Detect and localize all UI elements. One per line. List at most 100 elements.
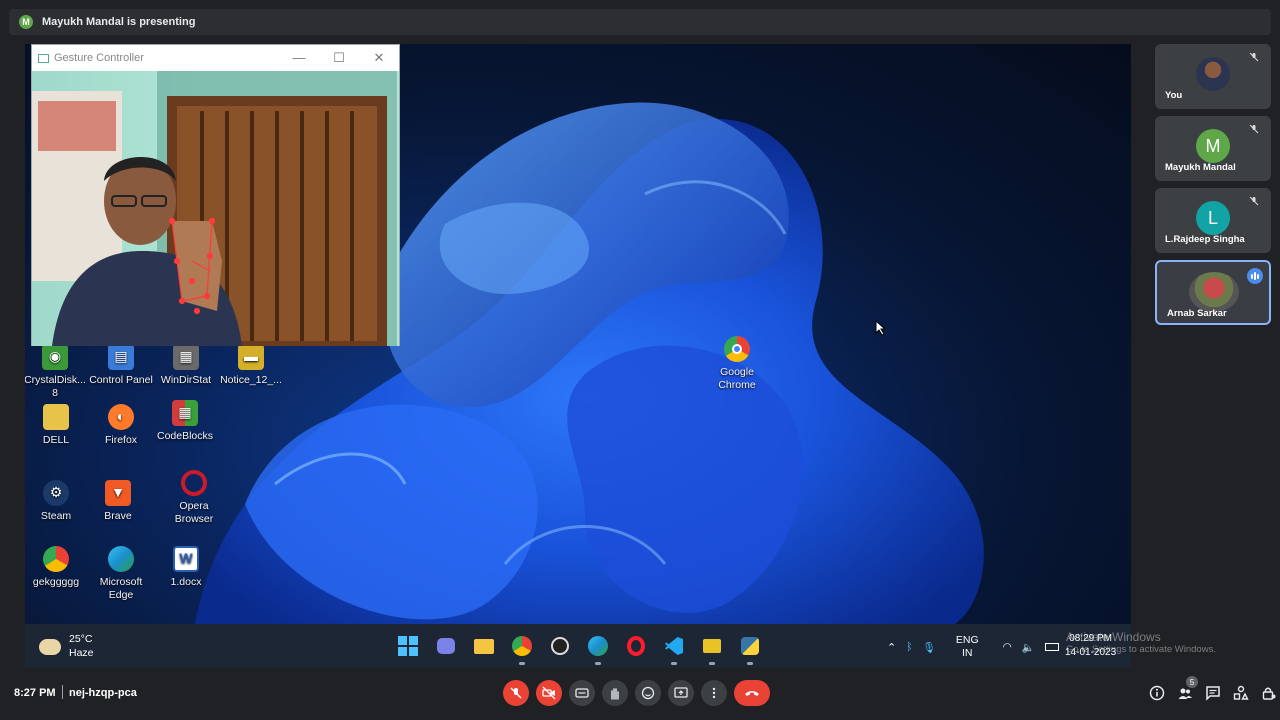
reactions-button[interactable]: [635, 680, 661, 706]
desktop-icon-label: gekggggg: [32, 576, 80, 588]
participant-tile-mayukh[interactable]: M Mayukh Mandal: [1155, 116, 1271, 181]
python-taskbar-button[interactable]: [737, 633, 763, 665]
divider: [62, 685, 63, 699]
desktop-icon-label: DELL: [42, 434, 70, 446]
steam-icon: ⚙: [43, 480, 69, 506]
captions-icon: [575, 688, 589, 698]
presenter-avatar: M: [19, 15, 33, 29]
python-icon: [741, 637, 759, 655]
battery-icon[interactable]: [1044, 643, 1059, 652]
mic-off-icon: [1249, 196, 1259, 206]
vscode-icon: [665, 637, 683, 655]
opera-taskbar-button[interactable]: [623, 633, 649, 659]
webcam-scene: [32, 71, 397, 346]
microphone-toggle-button[interactable]: [503, 680, 529, 706]
captions-button[interactable]: [569, 680, 595, 706]
watermark-line-1: Activate Windows: [1066, 630, 1161, 644]
chrome-icon: [512, 636, 532, 656]
chat-icon: [1206, 686, 1220, 701]
participant-tile-rajdeep[interactable]: L L.Rajdeep Singha: [1155, 188, 1271, 253]
watermark-line-2: Go to Settings to activate Windows.: [1066, 643, 1216, 655]
chrome-taskbar-button[interactable]: [509, 633, 535, 665]
firefox-icon: ◐: [108, 404, 134, 430]
desktop-icon-label: Google Chrome: [718, 366, 756, 392]
present-button[interactable]: [668, 680, 694, 706]
folder-icon: [43, 404, 69, 430]
chat-button[interactable]: [1204, 684, 1222, 702]
language-indicator[interactable]: ENG IN: [956, 634, 979, 660]
bluetooth-icon[interactable]: ᛒ: [906, 641, 912, 653]
presenting-banner: M Mayukh Mandal is presenting: [9, 9, 1271, 35]
desktop-icon-firefox[interactable]: ◐ Firefox: [88, 404, 154, 447]
edge-taskbar-button[interactable]: [585, 633, 611, 665]
desktop-icon-dell[interactable]: DELL: [25, 404, 89, 447]
people-count-badge: 5: [1186, 676, 1198, 688]
windows-taskbar: 25°C Haze ⌃ ᛒ 🎙 ENG IN ◠ 🔈 08:29 PM 14-0…: [25, 624, 1131, 668]
control-panel-icon: ▤: [108, 344, 134, 370]
obs-taskbar-button[interactable]: [547, 633, 573, 659]
microphone-icon[interactable]: 🎙: [923, 641, 936, 654]
obs-icon: [551, 637, 569, 655]
participant-tile-arnab[interactable]: Arnab Sarkar: [1155, 260, 1271, 325]
leave-call-button[interactable]: [734, 680, 770, 706]
desktop-icon-label: Notice_12_...: [220, 374, 282, 386]
close-button[interactable]: ✕: [359, 50, 399, 66]
desktop-icon-edge[interactable]: Microsoft Edge: [88, 546, 154, 602]
word-doc-icon: W: [173, 546, 199, 572]
chevron-up-icon[interactable]: ⌃: [887, 641, 896, 654]
activities-button[interactable]: [1232, 684, 1250, 702]
meeting-side-controls: 5: [1148, 676, 1278, 702]
chrome-icon: [724, 336, 750, 362]
meeting-code: nej-hzqp-pca: [69, 687, 137, 699]
lang-line-1: ENG: [955, 634, 979, 646]
people-button[interactable]: 5: [1176, 676, 1198, 702]
start-button[interactable]: [395, 633, 421, 659]
desktop-icon-docx[interactable]: W 1.docx: [153, 546, 219, 589]
desktop-icon-crystaldisk[interactable]: ◉ CrystalDisk... 8: [25, 344, 88, 400]
gesture-window-title: Gesture Controller: [54, 52, 144, 64]
weather-temp: 25°C: [69, 633, 93, 645]
speaking-indicator-icon: [1247, 268, 1263, 284]
desktop-icon-label: Steam: [40, 510, 72, 522]
edge-icon: [108, 546, 134, 572]
windirstat-icon: ▦: [173, 344, 199, 370]
gesture-window-titlebar[interactable]: Gesture Controller — ☐ ✕: [32, 45, 399, 71]
desktop-icon-opera[interactable]: Opera Browser: [161, 470, 227, 526]
file-explorer-button[interactable]: [471, 633, 497, 659]
codeblocks-icon: ▦: [172, 400, 198, 426]
opera-icon: [181, 470, 207, 496]
minimize-button[interactable]: —: [279, 50, 319, 66]
raise-hand-button[interactable]: [602, 680, 628, 706]
file-manager-taskbar-button[interactable]: [699, 633, 725, 665]
lang-line-2: IN: [962, 647, 973, 660]
gesture-controller-window[interactable]: Gesture Controller — ☐ ✕: [31, 44, 400, 346]
host-controls-button[interactable]: [1260, 684, 1278, 702]
teams-chat-button[interactable]: [433, 633, 459, 659]
camera-toggle-button[interactable]: [536, 680, 562, 706]
taskbar-apps: [395, 633, 763, 665]
participant-tile-you[interactable]: You: [1155, 44, 1271, 109]
desktop-icon-label: CrystalDisk... 8: [25, 374, 86, 400]
wifi-icon[interactable]: ◠: [1003, 641, 1012, 653]
more-options-button[interactable]: [701, 680, 727, 706]
presenting-text: Mayukh Mandal is presenting: [42, 16, 196, 28]
desktop-icon-control-panel[interactable]: ▤ Control Panel: [88, 344, 154, 387]
chrome-profile-icon: [43, 546, 69, 572]
maximize-button[interactable]: ☐: [319, 50, 359, 66]
info-icon: [1149, 685, 1165, 701]
vscode-taskbar-button[interactable]: [661, 633, 687, 665]
desktop-icon-brave[interactable]: ▼ Brave: [85, 480, 151, 523]
desktop-icon-notice[interactable]: ▬ Notice_12_...: [218, 344, 284, 387]
meeting-details-button[interactable]: [1148, 684, 1166, 702]
desktop-icon-google-chrome[interactable]: Google Chrome: [704, 336, 770, 392]
camera-off-icon: [542, 686, 556, 700]
desktop-icon-codeblocks[interactable]: ▦ CodeBlocks: [152, 400, 218, 443]
volume-icon[interactable]: 🔈: [1022, 641, 1035, 654]
meeting-controls-bar: 8:27 PM nej-hzqp-pca 5: [0, 670, 1280, 720]
lock-person-icon: [1262, 687, 1276, 700]
edge-icon: [588, 636, 608, 656]
desktop-icon-steam[interactable]: ⚙ Steam: [25, 480, 89, 523]
weather-widget[interactable]: 25°C Haze: [39, 633, 94, 660]
desktop-icon-windirstat[interactable]: ▦ WinDirStat: [153, 344, 219, 387]
desktop-icon-gekggggg[interactable]: gekggggg: [25, 546, 89, 589]
